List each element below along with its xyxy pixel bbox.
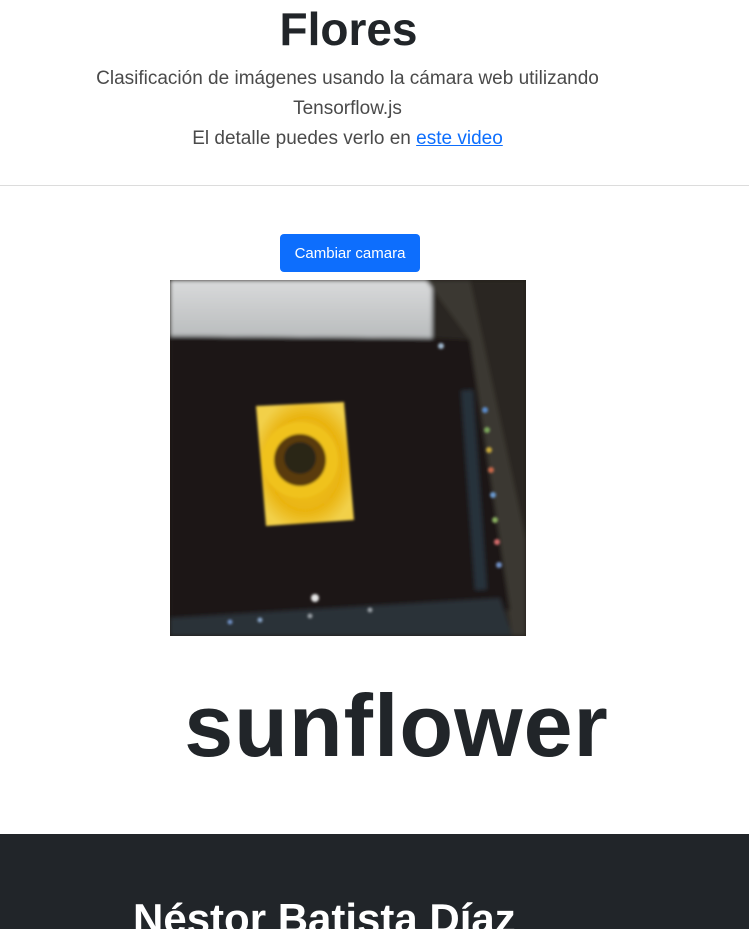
page-header: Flores Clasificación de imágenes usando … (0, 0, 749, 185)
webcam-frame-image (170, 280, 526, 636)
subtitle-description: Clasificación de imágenes usando la cáma… (96, 68, 599, 119)
video-link[interactable]: este video (416, 128, 503, 149)
subtitle-video-prefix: El detalle puedes verlo en (192, 128, 417, 149)
page-title: Flores (279, 3, 418, 55)
header-divider (0, 185, 749, 186)
webcam-canvas (170, 280, 526, 636)
author-name: Néstor Batista Díaz (133, 895, 516, 929)
prediction-label: sunflower (184, 676, 609, 775)
page-subtitle: Clasificación de imágenes usando la cáma… (80, 64, 615, 154)
page: Flores Clasificación de imágenes usando … (0, 0, 749, 929)
subtitle-video-line: El detalle puedes verlo en este video (80, 124, 615, 154)
switch-camera-button[interactable]: Cambiar camara (280, 234, 420, 272)
page-footer: Néstor Batista Díaz (0, 834, 749, 929)
